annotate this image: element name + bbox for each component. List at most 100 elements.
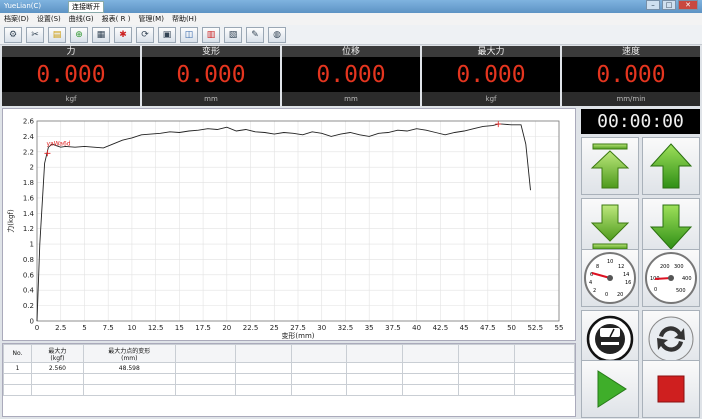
y-tick-label: 1.6 (23, 194, 35, 202)
table-row[interactable] (3, 373, 575, 385)
force-label: 力 (2, 46, 140, 58)
menu-manage[interactable]: 管理(M) (138, 13, 164, 25)
x-tick-label: 55 (555, 324, 564, 332)
menu-settings[interactable]: 设置(S) (37, 13, 61, 25)
menu-curve[interactable]: 曲线(G) (69, 13, 94, 25)
force-deformation-line (36, 123, 531, 322)
table-cell (30, 373, 84, 385)
table-header-cell (174, 344, 236, 363)
force-value: 0.000 (2, 58, 140, 92)
move-down-button[interactable] (642, 198, 700, 256)
speed-readout: 速度 0.000 mm/min (562, 46, 700, 106)
gauge-icon: 200 300 100 400 0 500 (645, 252, 697, 304)
stop-icon (657, 375, 685, 403)
displacement-readout: 位移 0.000 mm (282, 46, 420, 106)
scale-icon (586, 315, 634, 363)
x-tick-label: 10 (127, 324, 136, 332)
force-deformation-chart[interactable]: 0 2.5 5 7.5 10 12.5 15 17.5 20 22.5 25 27.5 30 32.5 35… (2, 108, 576, 341)
speed-value: 0.000 (562, 58, 700, 92)
results-table: No. 最大力 (kgf) 最大力点的变形 (mm) 1 2.560 48.598 (2, 343, 576, 417)
x-tick-label: 30 (317, 324, 326, 332)
toolbar: ⚙ ✂ ▤ ⊕ ▦ ✱ ⟳ ▣ ◫ ▥ ▧ ✎ ◍ (0, 25, 702, 45)
gauge-tick: 400 (682, 276, 692, 282)
window-title: YueLian(C) (4, 2, 42, 10)
table-cell (82, 373, 176, 385)
table-cell (514, 362, 575, 374)
table-cell (234, 384, 292, 396)
displacement-label: 位移 (282, 46, 420, 58)
gauge-tick: 300 (674, 264, 684, 270)
tool-6-icon[interactable]: ✱ (114, 27, 132, 43)
x-tick-label: 37.5 (385, 324, 401, 332)
y-tick-label: 2.4 (23, 133, 35, 141)
table-header-cell (290, 344, 348, 363)
y-tick-label: 2 (30, 164, 34, 172)
minimize-button[interactable]: – (646, 0, 660, 10)
table-cell (290, 384, 348, 396)
menu-help[interactable]: 帮助(H) (172, 13, 197, 25)
gauge-tick: 2 (593, 288, 596, 294)
close-button[interactable]: ✕ (678, 0, 698, 10)
table-cell (346, 384, 404, 396)
stop-button[interactable] (642, 360, 700, 418)
table-cell (174, 384, 236, 396)
tool-4-icon[interactable]: ⊕ (70, 27, 88, 43)
jog-down-button[interactable] (581, 198, 639, 256)
tool-5-icon[interactable]: ▦ (92, 27, 110, 43)
table-cell (3, 373, 32, 385)
x-tick-label: 17.5 (195, 324, 211, 332)
gauge-tick: 16 (625, 280, 631, 286)
x-tick-label: 5 (82, 324, 86, 332)
tool-13-icon[interactable]: ◍ (268, 27, 286, 43)
table-row[interactable]: 1 2.560 48.598 (3, 362, 575, 374)
table-row[interactable] (3, 384, 575, 396)
tool-7-icon[interactable]: ⟳ (136, 27, 154, 43)
move-up-button[interactable] (642, 137, 700, 195)
tool-8-icon[interactable]: ▣ (158, 27, 176, 43)
table-cell (458, 373, 516, 385)
speed-gauge-left[interactable]: 8 10 12 6 14 4 16 2 0 20 (581, 249, 639, 307)
arrow-up-icon (649, 143, 693, 189)
table-cell (174, 373, 236, 385)
menu-report[interactable]: 报表( R ) (102, 13, 131, 25)
table-header-cell (402, 344, 460, 363)
chart-svg: 0 2.5 5 7.5 10 12.5 15 17.5 20 22.5 25 27.5 30 32.5 35… (6, 118, 564, 341)
table-cell (174, 362, 236, 374)
gauge-tick: 12 (618, 264, 624, 270)
tool-9-icon[interactable]: ◫ (180, 27, 198, 43)
y-axis-label: 力(kgf) (6, 209, 15, 233)
tool-11-icon[interactable]: ▧ (224, 27, 242, 43)
jog-down-icon (590, 204, 630, 250)
max-force-value: 0.000 (422, 58, 560, 92)
y-tick-label: 1.8 (23, 179, 34, 187)
table-cell (458, 362, 516, 374)
table-header-cell (514, 344, 575, 363)
x-tick-label: 45 (460, 324, 469, 332)
tool-2-icon[interactable]: ✂ (26, 27, 44, 43)
y-tick-label: 2.6 (23, 118, 35, 126)
table-cell (402, 373, 460, 385)
x-tick-label: 35 (365, 324, 374, 332)
jog-up-button[interactable] (581, 137, 639, 195)
menu-file[interactable]: 档案(D) (4, 13, 29, 25)
start-button[interactable] (581, 360, 639, 418)
tool-1-icon[interactable]: ⚙ (4, 27, 22, 43)
maximize-button[interactable]: □ (662, 0, 676, 10)
tool-12-icon[interactable]: ✎ (246, 27, 264, 43)
gauge-tick: 8 (596, 264, 599, 270)
peak-marker (44, 150, 51, 157)
gauge-tick: 500 (676, 288, 686, 294)
force-unit: kgf (2, 92, 140, 106)
tool-3-icon[interactable]: ▤ (48, 27, 66, 43)
readout-panel: 力 0.000 kgf 变形 0.000 mm 位移 0.000 mm 最大力 … (2, 46, 700, 106)
table-cell (346, 362, 404, 374)
deformation-label: 变形 (142, 46, 280, 58)
max-force-label: 最大力 (422, 46, 560, 58)
tool-10-icon[interactable]: ▥ (202, 27, 220, 43)
table-header-cell: No. (3, 344, 32, 363)
y-tick-label: 2.2 (23, 148, 34, 156)
speed-gauge-right[interactable]: 200 300 100 400 0 500 (642, 249, 700, 307)
table-cell (3, 384, 32, 396)
y-tick-label: 1.4 (23, 210, 35, 218)
gauge-tick: 20 (617, 292, 623, 298)
